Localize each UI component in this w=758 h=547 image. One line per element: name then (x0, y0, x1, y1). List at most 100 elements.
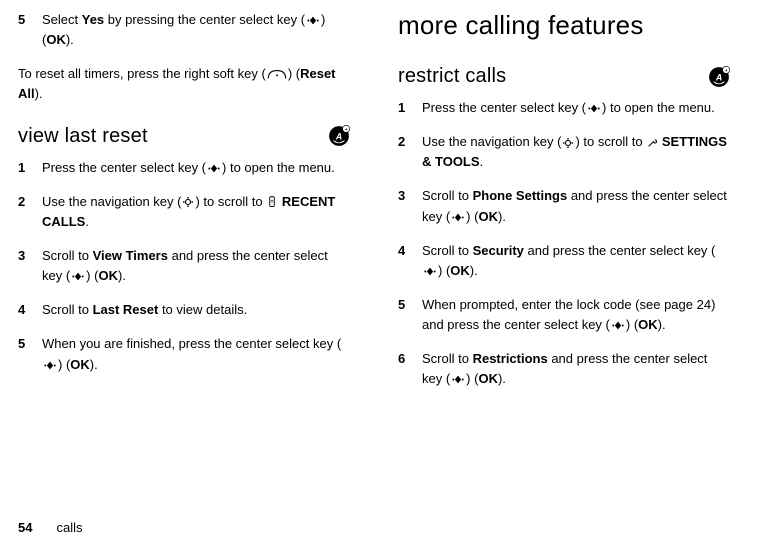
navigation-key-icon (561, 136, 575, 150)
step-text: When you are finished, press the center … (42, 334, 350, 374)
view-last-reset-heading: view last reset (18, 125, 148, 148)
heading-row: view last reset (18, 115, 350, 158)
text: ) to open the menu. (222, 160, 335, 175)
step-number: 5 (18, 334, 42, 374)
text: Select (42, 12, 82, 27)
text: Scroll to (422, 351, 473, 366)
text: ) ( (466, 371, 478, 386)
bold-text: Security (473, 243, 524, 258)
text: Scroll to (422, 243, 473, 258)
text: ) to open the menu. (602, 100, 715, 115)
text: ) ( (58, 357, 70, 372)
text: Use the navigation key ( (42, 194, 181, 209)
bold-text: Last Reset (93, 302, 159, 317)
step-text: Scroll to Restrictions and press the cen… (422, 349, 730, 389)
step-number: 5 (18, 10, 42, 50)
phone-icon (266, 196, 278, 208)
step-5-select-yes: 5 Select Yes by pressing the center sele… (18, 10, 350, 50)
text: . (480, 154, 484, 169)
bold-text: OK (450, 263, 470, 278)
step-text: Use the navigation key () to scroll to R… (42, 192, 350, 232)
center-select-icon (586, 103, 602, 114)
step-5-finish: 5 When you are finished, press the cente… (18, 334, 350, 374)
text: When you are finished, press the center … (42, 336, 341, 351)
bold-text: View Timers (93, 248, 168, 263)
step-number: 1 (398, 98, 422, 118)
text: ) to scroll to (575, 134, 646, 149)
step-number: 4 (398, 241, 422, 281)
step-1: 1 Press the center select key ( ) to open… (398, 98, 730, 118)
bold-text: OK (98, 268, 118, 283)
text: When prompted, enter the lock code (see … (422, 297, 715, 332)
text: ). (498, 371, 506, 386)
page-number: 54 (18, 520, 32, 535)
text: ) ( (288, 66, 300, 81)
text: Press the center select key ( (422, 100, 586, 115)
text: ) ( (466, 209, 478, 224)
bold-text: OK (46, 32, 66, 47)
text: ). (90, 357, 98, 372)
tools-icon (646, 137, 658, 149)
step-number: 3 (18, 246, 42, 286)
step-number: 6 (398, 349, 422, 389)
footer-label: calls (56, 520, 82, 535)
step-text: Use the navigation key () to scroll to S… (422, 132, 730, 172)
softkey-icon (266, 69, 288, 80)
step-1: 1 Press the center select key ( ) to open… (18, 158, 350, 178)
step-4: 4 Scroll to Last Reset to view details. (18, 300, 350, 320)
step-text: When prompted, enter the lock code (see … (422, 295, 730, 335)
bold-text: OK (478, 209, 498, 224)
text: Scroll to (42, 248, 93, 263)
step-text: Select Yes by pressing the center select… (42, 10, 350, 50)
text: ). (118, 268, 126, 283)
text: ) ( (626, 317, 638, 332)
bold-text: Phone Settings (473, 188, 568, 203)
step-number: 2 (398, 132, 422, 172)
center-select-icon (305, 15, 321, 26)
center-select-icon (450, 374, 466, 385)
bold-text: Yes (82, 12, 104, 27)
step-3: 3 Scroll to Phone Settings and press the… (398, 186, 730, 226)
accessibility-badge-icon (328, 125, 350, 147)
bold-text: OK (638, 317, 658, 332)
step-text: Scroll to Phone Settings and press the c… (422, 186, 730, 226)
text: ) ( (438, 263, 450, 278)
text: ). (498, 209, 506, 224)
left-column: 5 Select Yes by pressing the center sele… (18, 10, 350, 404)
text: ). (470, 263, 478, 278)
step-4: 4 Scroll to Security and press the cente… (398, 241, 730, 281)
step-5: 5 When prompted, enter the lock code (se… (398, 295, 730, 335)
step-number: 1 (18, 158, 42, 178)
restrict-calls-heading: restrict calls (398, 65, 506, 88)
step-text: Press the center select key ( ) to open t… (42, 158, 350, 178)
heading-row: restrict calls (398, 55, 730, 98)
step-6: 6 Scroll to Restrictions and press the c… (398, 349, 730, 389)
text: Press the center select key ( (42, 160, 206, 175)
bold-text: OK (478, 371, 498, 386)
step-number: 2 (18, 192, 42, 232)
text: and press the center select key ( (524, 243, 715, 258)
step-text: Scroll to Security and press the center … (422, 241, 730, 281)
reset-timers-text: To reset all timers, press the right sof… (18, 64, 350, 104)
text: ). (35, 86, 43, 101)
step-text: Press the center select key ( ) to open t… (422, 98, 730, 118)
text: Scroll to (42, 302, 93, 317)
text: by pressing the center select key ( (104, 12, 305, 27)
step-number: 4 (18, 300, 42, 320)
center-select-icon (450, 212, 466, 223)
step-2: 2 Use the navigation key ( ) to scroll to… (18, 192, 350, 232)
navigation-key-icon (181, 195, 195, 209)
text: ). (66, 32, 74, 47)
step-3: 3 Scroll to View Timers and press the ce… (18, 246, 350, 286)
text: ) to scroll to (195, 194, 266, 209)
center-select-icon (206, 163, 222, 174)
text: Use the navigation key ( (422, 134, 561, 149)
center-select-icon (42, 360, 58, 371)
bold-text: OK (70, 357, 90, 372)
step-number: 5 (398, 295, 422, 335)
center-select-icon (610, 320, 626, 331)
text: Scroll to (422, 188, 473, 203)
step-text: Scroll to View Timers and press the cent… (42, 246, 350, 286)
step-2: 2 Use the navigation key ( ) to scroll to… (398, 132, 730, 172)
text: ). (658, 317, 666, 332)
